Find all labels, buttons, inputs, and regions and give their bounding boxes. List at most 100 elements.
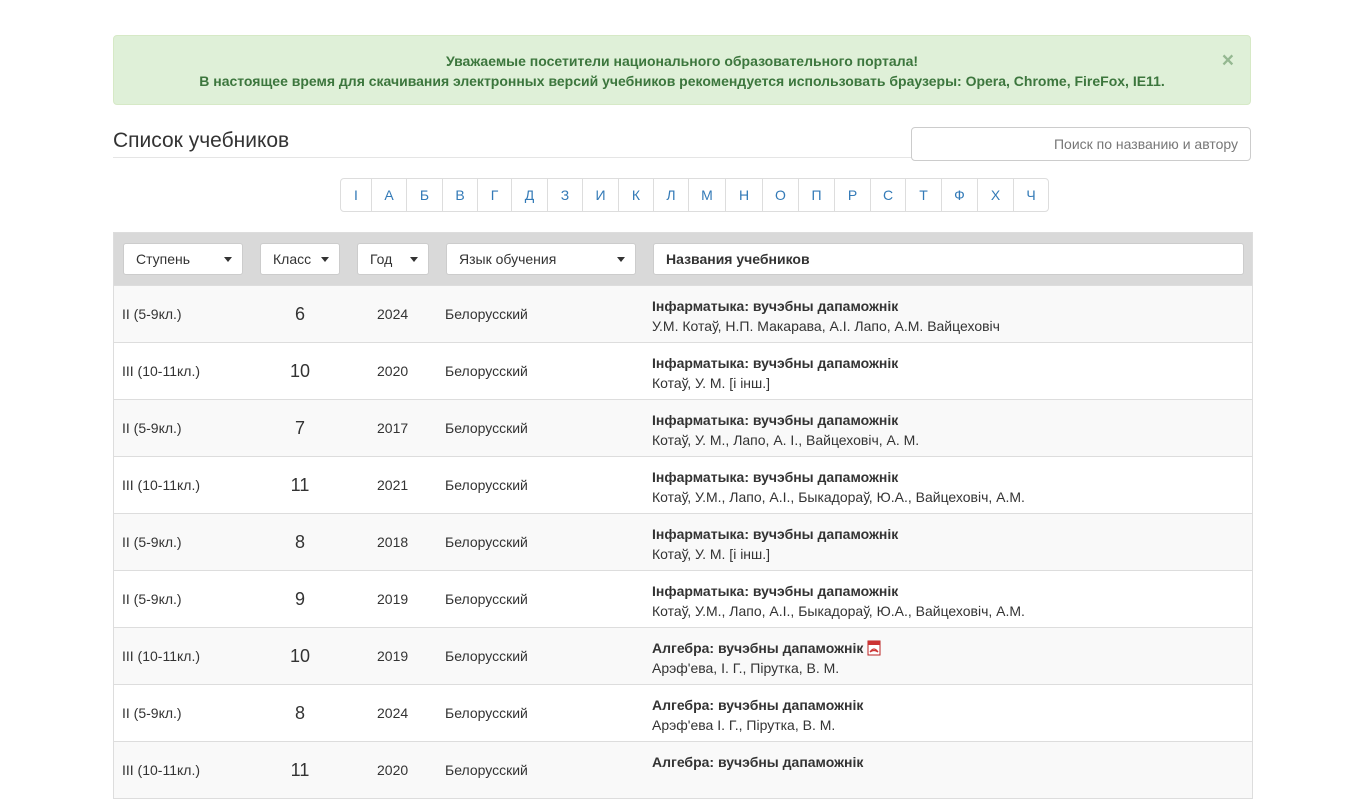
book-title-link[interactable]: Інфарматыка: вучэбны дапаможнік xyxy=(652,355,898,371)
year-cell: 2020 xyxy=(377,363,409,379)
language-cell: Белорусский xyxy=(445,591,528,607)
book-cell: Інфарматыка: вучэбны дапаможнік Котаў, У.… xyxy=(652,581,1025,621)
letter-link[interactable]: П xyxy=(798,178,835,212)
letter-link[interactable]: Д xyxy=(511,178,548,212)
letter-link[interactable]: Ф xyxy=(941,178,978,212)
step-cell: II (5-9кл.) xyxy=(122,420,182,436)
grade-cell: 8 xyxy=(294,532,305,552)
grade-cell: 11 xyxy=(290,760,310,780)
letter-link[interactable]: Г xyxy=(477,178,512,212)
table-row[interactable]: III (10-11кл.) 11 2021 Белорусский Інфарматы… xyxy=(114,456,1252,513)
book-cell: Інфарматыка: вучэбны дапаможнік У.М. Кота… xyxy=(652,296,1000,336)
step-dropdown[interactable]: Ступень xyxy=(123,243,243,275)
letter-link[interactable]: Т xyxy=(905,178,942,212)
book-authors: Котаў, У.М., Лапо, А.І., Быкадораў, Ю.А.… xyxy=(652,489,1025,505)
book-cell: Інфарматыка: вучэбны дапаможнік Котаў, У.… xyxy=(652,353,898,393)
letter-link[interactable]: М xyxy=(688,178,726,212)
language-cell: Белорусский xyxy=(445,648,528,664)
step-cell: III (10-11кл.) xyxy=(122,363,200,379)
chevron-down-icon xyxy=(321,257,329,262)
letter-link[interactable]: О xyxy=(762,178,799,212)
grade-dropdown[interactable]: Класс xyxy=(260,243,340,275)
browser-notice-alert: Уважаемые посетители национального образ… xyxy=(113,35,1251,105)
table-row[interactable]: II (5-9кл.) 7 2017 Белорусский Інфарматыка: … xyxy=(114,399,1252,456)
year-dropdown-label: Год xyxy=(370,251,393,267)
letter-link[interactable]: І xyxy=(340,178,372,212)
book-names-filter[interactable]: Названия учебников xyxy=(653,243,1244,275)
book-authors: Котаў, У. М. [і інш.] xyxy=(652,546,771,562)
table-row[interactable]: III (10-11кл.) 10 2020 Белорусский Інфарматы… xyxy=(114,342,1252,399)
year-cell: 2019 xyxy=(377,591,409,607)
year-cell: 2019 xyxy=(377,648,409,664)
step-cell: II (5-9кл.) xyxy=(122,591,182,607)
table-row[interactable]: II (5-9кл.) 8 2018 Белорусский Інфарматыка: … xyxy=(114,513,1252,570)
grade-cell: 6 xyxy=(294,304,305,324)
table-row[interactable]: II (5-9кл.) 8 2024 Белорусский Алгебра: вучэ… xyxy=(114,684,1252,741)
book-authors: Котаў, У. М., Лапо, А. І., Вайцеховіч, А… xyxy=(652,432,920,448)
step-cell: II (5-9кл.) xyxy=(122,705,182,721)
year-cell: 2024 xyxy=(377,306,409,322)
table-row[interactable]: II (5-9кл.) 9 2019 Белорусский Інфарматыка: … xyxy=(114,570,1252,627)
book-title-link[interactable]: Інфарматыка: вучэбны дапаможнік xyxy=(652,526,898,542)
book-title-link[interactable]: Алгебра: вучэбны дапаможнік xyxy=(652,640,863,656)
language-cell: Белорусский xyxy=(445,363,528,379)
letter-link[interactable]: В xyxy=(442,178,478,212)
language-cell: Белорусский xyxy=(445,306,528,322)
book-title-link[interactable]: Інфарматыка: вучэбны дапаможнік xyxy=(652,469,898,485)
title-divider xyxy=(113,157,913,158)
letter-link[interactable]: А xyxy=(371,178,407,212)
table-body: II (5-9кл.) 6 2024 Белорусский Інфарматыка: … xyxy=(114,285,1252,798)
grade-cell: 11 xyxy=(290,475,310,495)
book-authors: Арэф'ева, І. Г., Пірутка, В. М. xyxy=(652,660,840,676)
search-input[interactable] xyxy=(911,127,1251,161)
language-dropdown[interactable]: Язык обучения xyxy=(446,243,636,275)
step-cell: III (10-11кл.) xyxy=(122,477,200,493)
table-row[interactable]: II (5-9кл.) 6 2024 Белорусский Інфарматыка: … xyxy=(114,285,1252,342)
book-authors: Арэф'ева І. Г., Пірутка, В. М. xyxy=(652,717,836,733)
letter-link[interactable]: Р xyxy=(834,178,871,212)
book-title-link[interactable]: Інфарматыка: вучэбны дапаможнік xyxy=(652,298,898,314)
grade-dropdown-label: Класс xyxy=(273,251,312,267)
letter-link[interactable]: Ч xyxy=(1013,178,1049,212)
letter-link[interactable]: И xyxy=(582,178,619,212)
book-title-link[interactable]: Інфарматыка: вучэбны дапаможнік xyxy=(652,412,898,428)
book-authors: Котаў, У. М. [і інш.] xyxy=(652,375,771,391)
table-row[interactable]: III (10-11кл.) 10 2019 Белорусский Алгебра: … xyxy=(114,627,1252,684)
book-title-link[interactable]: Алгебра: вучэбны дапаможнік xyxy=(652,697,863,713)
book-cell: Алгебра: вучэбны дапаможнік Арэф'ева І. Г… xyxy=(652,695,863,735)
textbook-table: Ступень Класс Год Язык обучения Названия… xyxy=(113,232,1253,799)
chevron-down-icon xyxy=(224,257,232,262)
chevron-down-icon xyxy=(617,257,625,262)
book-authors: У.М. Котаў, Н.П. Макарава, А.І. Лапо, А.… xyxy=(652,318,1000,334)
letter-link[interactable]: Н xyxy=(725,178,763,212)
letter-link[interactable]: Б xyxy=(406,178,443,212)
step-cell: III (10-11кл.) xyxy=(122,762,200,778)
grade-cell: 7 xyxy=(294,418,305,438)
letter-link[interactable]: З xyxy=(547,178,583,212)
chevron-down-icon xyxy=(410,257,418,262)
book-cell: Інфарматыка: вучэбны дапаможнік Котаў, У.… xyxy=(652,410,919,450)
letter-link[interactable]: Х xyxy=(977,178,1014,212)
close-icon[interactable]: × xyxy=(1222,50,1234,71)
language-cell: Белорусский xyxy=(445,477,528,493)
language-cell: Белорусский xyxy=(445,534,528,550)
table-row[interactable]: III (10-11кл.) 11 2020 Белорусский Алгебра: … xyxy=(114,741,1252,798)
book-cell: Алгебра: вучэбны дапаможнік Арэф'ева, І. … xyxy=(652,638,881,678)
book-cell: Інфарматыка: вучэбны дапаможнік Котаў, У.… xyxy=(652,467,1025,507)
alphabet-filter: ІАБВГДЗИКЛМНОПРСТФХЧ xyxy=(340,178,1049,212)
year-cell: 2017 xyxy=(377,420,409,436)
alert-line-1: Уважаемые посетители национального образ… xyxy=(445,53,919,69)
year-cell: 2018 xyxy=(377,534,409,550)
year-dropdown[interactable]: Год xyxy=(357,243,429,275)
letter-link[interactable]: С xyxy=(870,178,906,212)
letter-link[interactable]: Л xyxy=(653,178,689,212)
table-filter-header: Ступень Класс Год Язык обучения Названия… xyxy=(114,233,1252,285)
step-dropdown-label: Ступень xyxy=(136,251,191,267)
book-title-link[interactable]: Інфарматыка: вучэбны дапаможнік xyxy=(652,583,898,599)
language-dropdown-label: Язык обучения xyxy=(459,251,557,267)
letter-link[interactable]: К xyxy=(618,178,654,212)
language-cell: Белорусский xyxy=(445,705,528,721)
step-cell: II (5-9кл.) xyxy=(122,306,182,322)
grade-cell: 10 xyxy=(289,361,311,381)
pdf-file-icon[interactable] xyxy=(867,640,881,656)
